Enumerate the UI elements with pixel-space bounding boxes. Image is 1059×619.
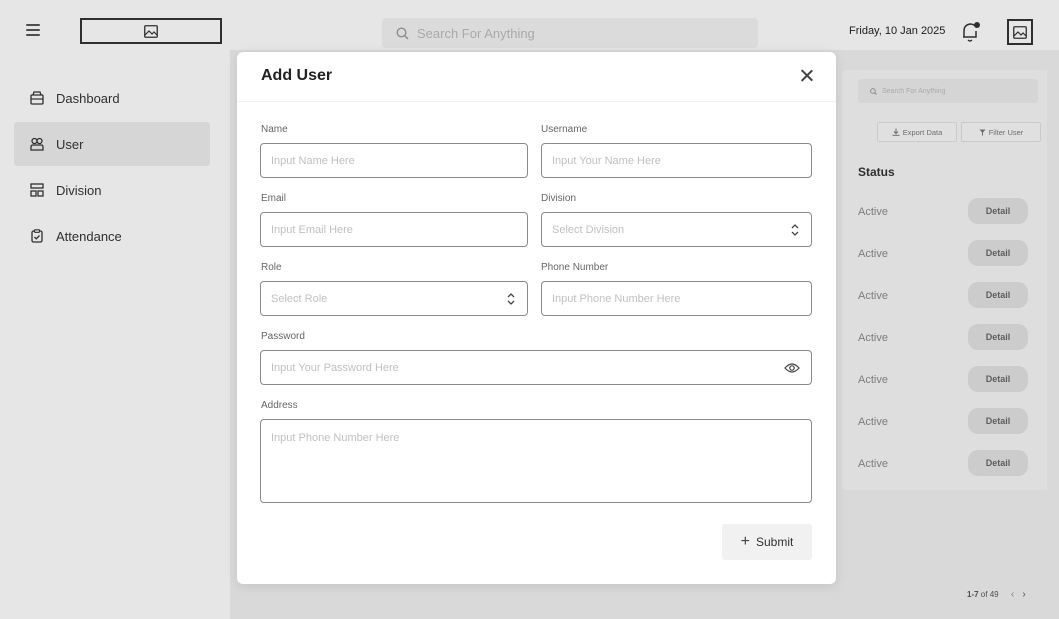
phone-number-field[interactable] xyxy=(541,281,812,316)
role-select-placeholder: Select Role xyxy=(271,292,328,305)
close-icon[interactable] xyxy=(799,68,815,84)
modal-title: Add User xyxy=(261,67,333,84)
submit-label: Submit xyxy=(755,535,794,549)
password-field[interactable] xyxy=(260,350,812,385)
phone-label: Phone Number xyxy=(541,262,609,273)
modal-header: Add User xyxy=(237,52,836,102)
plus-icon: + xyxy=(740,533,750,550)
role-select[interactable]: Select Role xyxy=(260,281,528,316)
password-label: Password xyxy=(261,331,305,342)
role-label: Role xyxy=(261,262,282,273)
add-user-modal: Add User Name Username Email Division Se… xyxy=(237,52,836,584)
chevron-up-down-icon xyxy=(791,224,799,236)
submit-button[interactable]: + Submit xyxy=(722,524,812,560)
name-label: Name xyxy=(261,124,288,135)
username-field[interactable] xyxy=(541,143,812,178)
username-label: Username xyxy=(541,124,588,135)
division-select-placeholder: Select Division xyxy=(552,223,625,236)
division-select[interactable]: Select Division xyxy=(541,212,812,247)
email-label: Email xyxy=(261,193,287,204)
email-field[interactable] xyxy=(260,212,528,247)
chevron-up-down-icon xyxy=(507,293,515,305)
name-field[interactable] xyxy=(260,143,528,178)
address-label: Address xyxy=(261,400,298,411)
address-field[interactable] xyxy=(260,419,812,503)
eye-icon[interactable] xyxy=(784,362,800,374)
division-label: Division xyxy=(541,193,577,204)
